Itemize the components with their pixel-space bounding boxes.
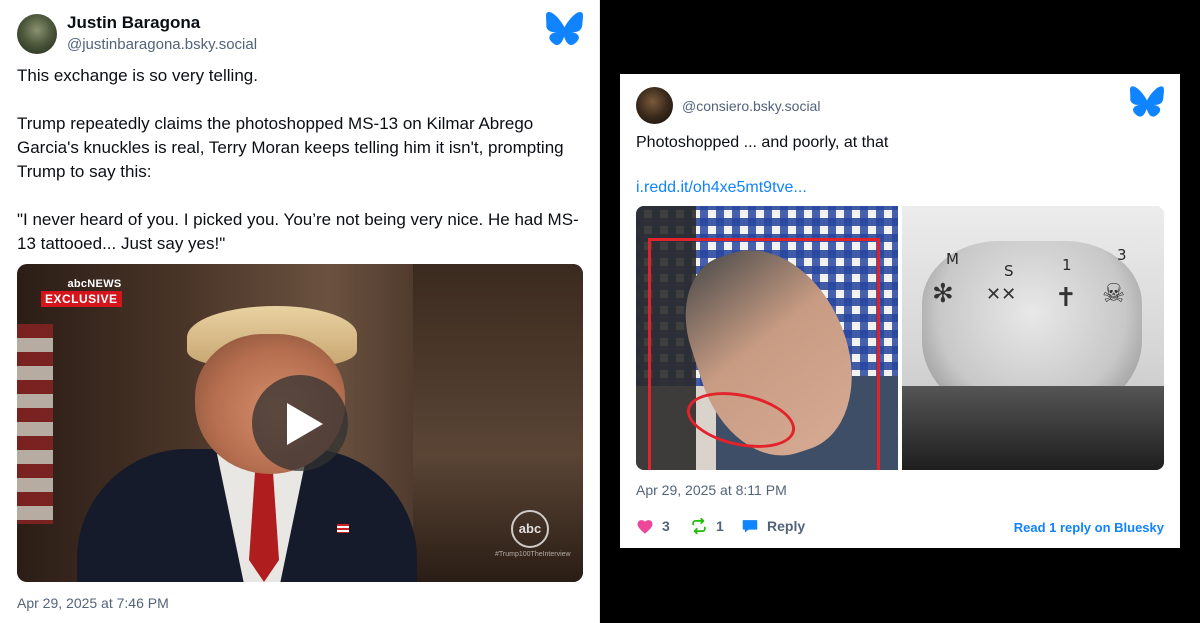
post-paragraph: Trump repeatedly claims the photoshopped… [17,114,564,181]
cannabis-leaf-icon: ✻ [932,278,954,308]
avatar[interactable] [636,87,673,124]
post-timestamp[interactable]: Apr 29, 2025 at 8:11 PM [636,482,787,498]
flag-background [17,324,53,524]
abc-corner-logo: abc [511,510,549,548]
smiley-x-eyes-icon: ✕✕ [986,284,1017,304]
post-text: This exchange is so very telling. Trump … [17,64,587,280]
flag-pin-icon [337,524,349,533]
photo-arm-tattoo[interactable] [636,206,898,470]
bluesky-logo-icon[interactable] [546,12,583,45]
video-player[interactable]: abcNEWS EXCLUSIVE abc #Trump100TheInterv… [17,264,583,582]
repost-icon [692,518,706,534]
right-post-card: @consiero.bsky.social Photoshopped ... a… [620,74,1180,548]
avatar[interactable] [17,14,57,54]
play-icon [287,403,323,445]
exclusive-badge: EXCLUSIVE [41,291,122,307]
knuckle-label: S [1004,262,1014,280]
photo-knuckles[interactable]: M S 1 3 ✻ ✕✕ ✝ ☠ [902,206,1164,470]
like-count: 3 [662,518,670,534]
knuckle-label: 1 [1062,256,1072,274]
read-replies-link[interactable]: Read 1 reply on Bluesky [1014,520,1164,535]
post-actions: 3 1 Reply Read 1 reply on Bluesky [636,518,1164,538]
cross-icon: ✝ [1055,282,1077,312]
play-button[interactable] [252,375,348,471]
post-timestamp[interactable]: Apr 29, 2025 at 7:46 PM [17,595,169,611]
repost-count: 1 [716,518,724,534]
repost-button[interactable]: 1 [690,518,724,534]
reply-bubble-icon [742,520,758,533]
author-handle[interactable]: @justinbaragona.bsky.social [67,36,257,53]
wall-background [413,264,583,582]
author-name[interactable]: Justin Baragona [67,13,200,33]
knuckle-label: 3 [1117,246,1127,264]
video-hashtag: #Trump100TheInterview [495,551,571,558]
heart-icon [637,520,653,534]
reply-label: Reply [767,518,806,534]
reply-button[interactable]: Reply [741,518,805,534]
left-post-card: Justin Baragona @justinbaragona.bsky.soc… [0,0,600,623]
post-text: Photoshopped ... and poorly, at that [636,134,889,151]
network-logo: abcNEWS EXCLUSIVE [41,278,122,308]
skull-icon: ☠ [1102,278,1126,308]
like-button[interactable]: 3 [636,518,670,534]
bluesky-logo-icon[interactable] [1130,86,1164,117]
abc-news-label: abcNEWS [67,278,122,290]
post-paragraph: This exchange is so very telling. [17,66,258,85]
post-paragraph: "I never heard of you. I picked you. You… [17,210,579,253]
post-link[interactable]: i.redd.it/oh4xe5mt9tve... [636,179,807,197]
author-handle[interactable]: @consiero.bsky.social [682,98,820,114]
photo-shadow [902,386,1164,470]
knuckle-label: M [946,250,959,268]
